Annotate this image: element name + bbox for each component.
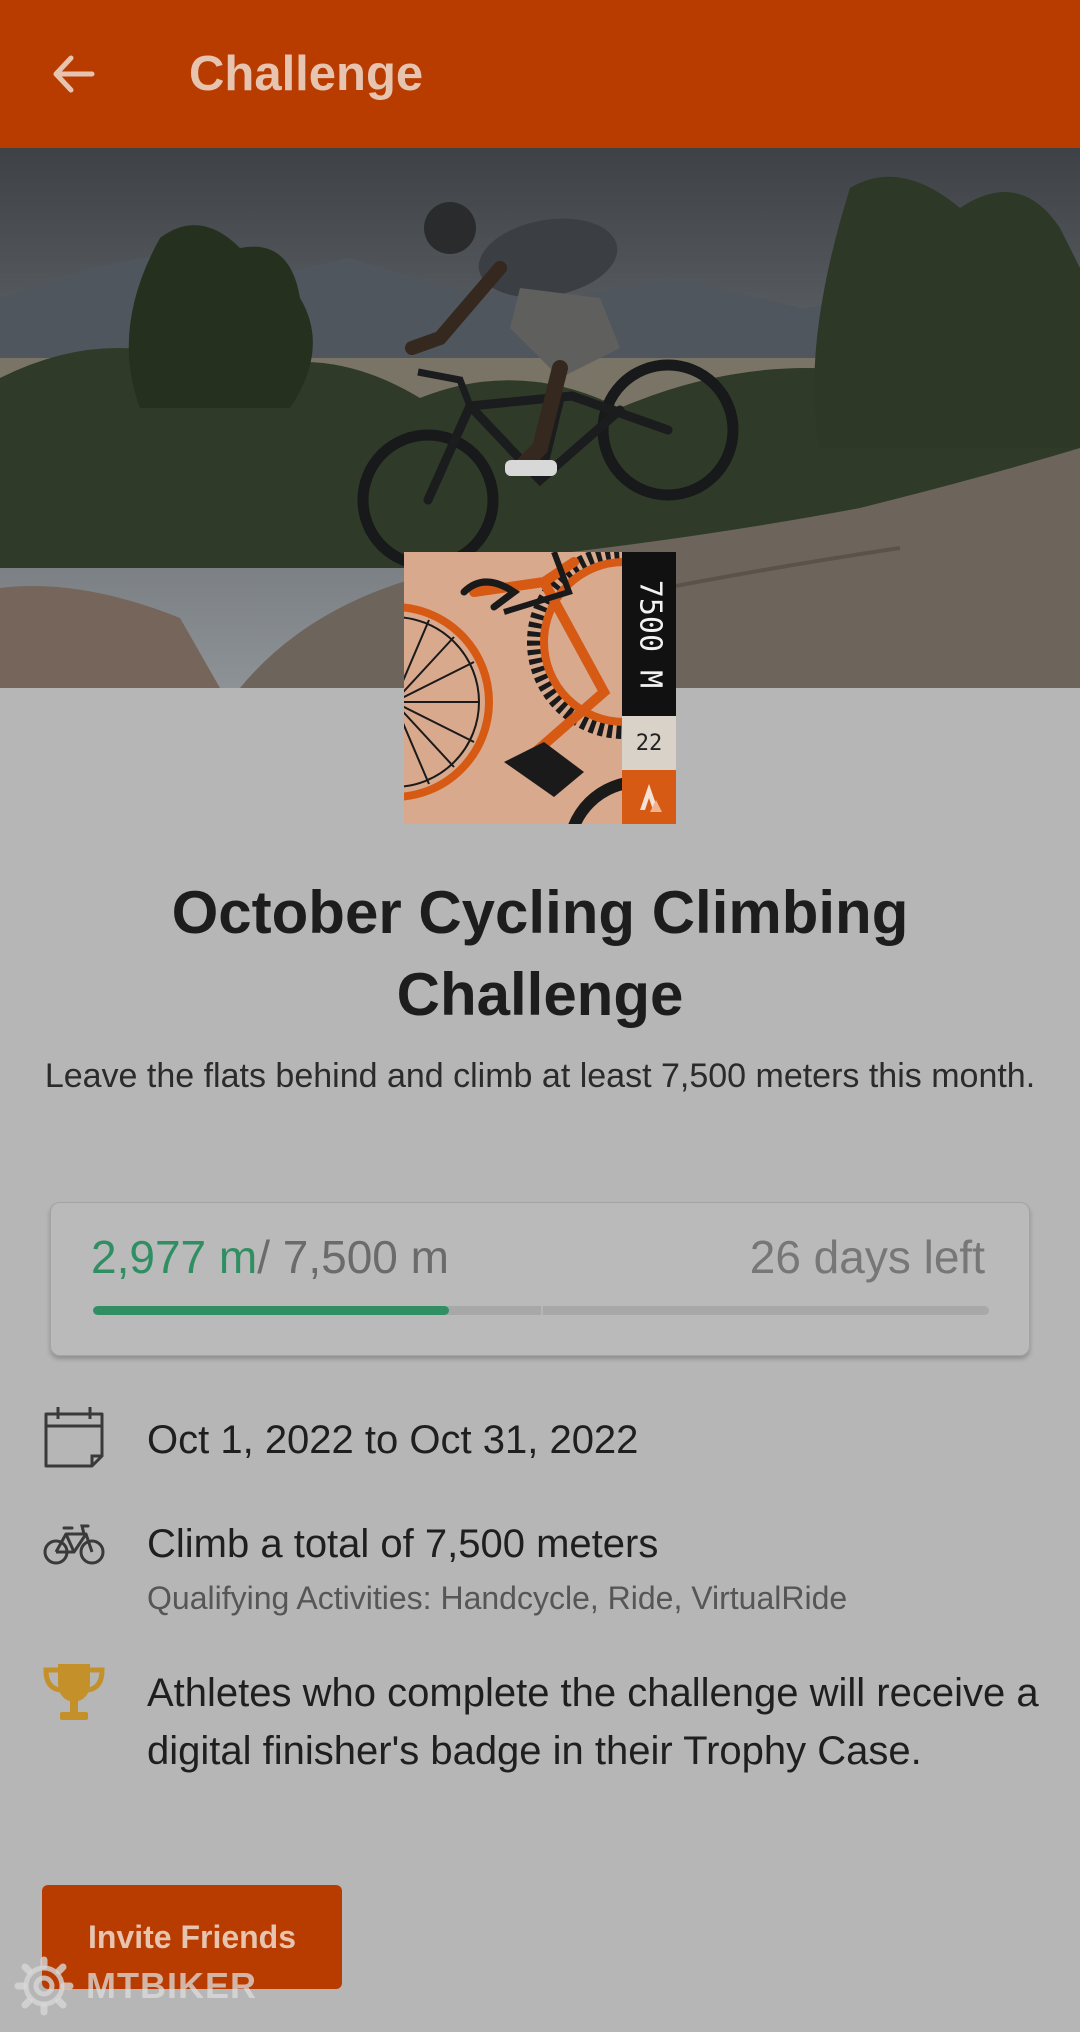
app-bar: Challenge <box>0 0 1080 148</box>
challenge-reward: Athletes who complete the challenge will… <box>147 1671 1039 1773</box>
page-title: Challenge <box>189 47 424 101</box>
bicycle-icon <box>42 1512 106 1576</box>
progress-separator: / <box>257 1231 270 1283</box>
progress-current: 2,977 m <box>91 1231 258 1283</box>
days-left: 26 days left <box>749 1231 985 1283</box>
qualifying-activities: Qualifying Activities: Handcycle, Ride, … <box>147 1580 848 1616</box>
gear-logo-icon <box>14 1956 74 2016</box>
challenge-description: Leave the flats behind and climb at leas… <box>44 1057 1036 1095</box>
badge-distance-label: 7500 M <box>633 580 668 688</box>
challenge-title: October Cycling Climbing Challenge <box>171 879 909 1028</box>
progress-bar-midpoint <box>541 1306 543 1315</box>
progress-summary: 2,977 m/ 7,500 m <box>91 1229 449 1285</box>
watermark-text: MTBIKER <box>86 1965 257 2006</box>
progress-bar <box>93 1306 989 1315</box>
progress-card: 2,977 m/ 7,500 m 26 days left <box>50 1202 1030 1356</box>
badge-year-label: 22 <box>636 731 663 756</box>
arrow-left-icon[interactable] <box>44 44 104 104</box>
challenge-goal: Climb a total of 7,500 meters <box>147 1522 659 1566</box>
watermark: MTBIKER <box>14 1954 274 2018</box>
challenge-dates: Oct 1, 2022 to Oct 31, 2022 <box>147 1418 639 1462</box>
trophy-icon <box>42 1660 106 1724</box>
progress-bar-fill <box>93 1306 449 1315</box>
calendar-icon <box>42 1404 106 1468</box>
progress-goal: 7,500 m <box>270 1231 449 1283</box>
challenge-badge: 7500 M 22 <box>404 552 676 824</box>
